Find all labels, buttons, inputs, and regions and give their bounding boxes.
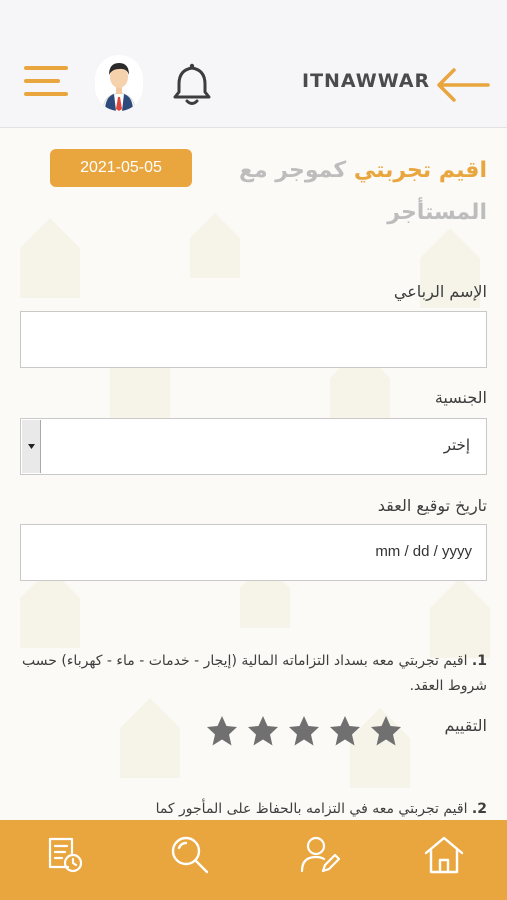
contract-date-input[interactable]: mm / dd / yyyy — [20, 524, 487, 581]
question-1-number: 1. — [471, 653, 487, 669]
app-header: ITNAWWAR — [0, 0, 507, 128]
question-1-text: اقيم تجربتي معه بسداد التزاماته المالية … — [22, 653, 487, 694]
edit-user-icon[interactable] — [298, 833, 342, 877]
star-icon[interactable] — [287, 714, 321, 748]
nationality-label: الجنسية — [434, 388, 487, 407]
app-brand: ITNAWWAR — [302, 70, 431, 92]
contract-date-label: تاريخ توقيع العقد — [377, 496, 487, 515]
star-icon[interactable] — [328, 714, 362, 748]
select-dropdown-button[interactable] — [22, 420, 41, 473]
arrow-left-icon[interactable] — [436, 66, 490, 104]
bottom-navigation — [0, 820, 507, 900]
star-icon[interactable] — [369, 714, 403, 748]
page-title-accent: اقيم تجربتي — [353, 158, 487, 183]
user-avatar[interactable] — [95, 55, 143, 111]
hamburger-menu-icon[interactable] — [24, 64, 72, 98]
question-2-number: 2. — [471, 801, 487, 817]
star-icon[interactable] — [205, 714, 239, 748]
question-2-text: اقيم تجربتي معه في التزامه بالحفاظ على ا… — [155, 801, 468, 817]
rating-label: التقييم — [444, 716, 487, 735]
nationality-select[interactable]: إختر — [20, 418, 487, 475]
question-1: 1. اقيم تجربتي معه بسداد التزاماته المال… — [20, 649, 487, 699]
document-history-icon[interactable] — [42, 833, 86, 877]
full-name-label: الإسم الرباعي — [393, 282, 487, 301]
page-title: اقيم تجربتي كموجر مع المستأجر — [227, 150, 487, 234]
date-badge: 2021-05-05 — [50, 149, 192, 187]
nationality-selected-value: إختر — [443, 436, 470, 454]
bell-icon[interactable] — [170, 62, 214, 108]
star-rating[interactable] — [205, 714, 405, 750]
home-icon[interactable] — [422, 833, 466, 877]
full-name-input[interactable] — [20, 311, 487, 368]
contract-date-placeholder: mm / dd / yyyy — [375, 543, 472, 560]
search-icon[interactable] — [168, 833, 212, 877]
question-2: 2. اقيم تجربتي معه في التزامه بالحفاظ عل… — [20, 797, 487, 822]
star-icon[interactable] — [246, 714, 280, 748]
